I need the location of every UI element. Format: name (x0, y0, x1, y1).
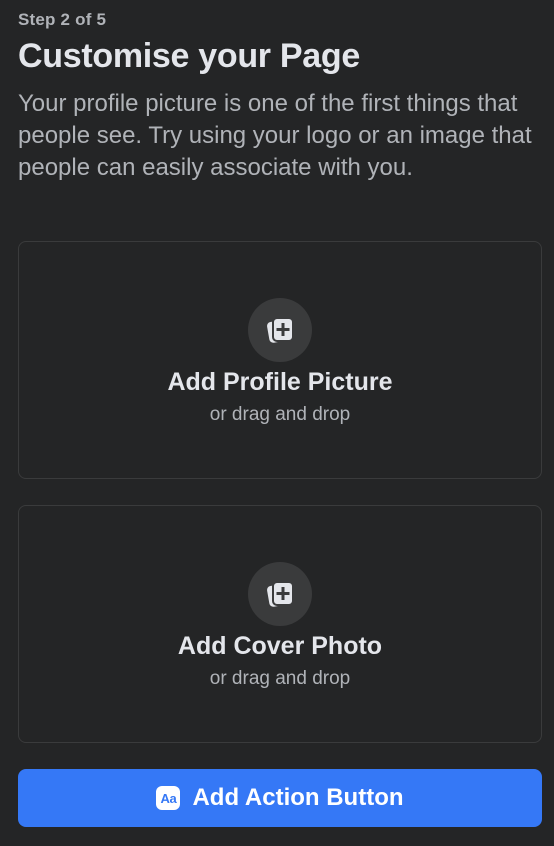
text-aa-icon: Aa (156, 786, 181, 810)
profile-picture-dropzone[interactable]: Add Profile Picture or drag and drop (18, 241, 542, 479)
drag-drop-hint: or drag and drop (209, 404, 351, 425)
add-photo-icon-glyph (267, 317, 294, 343)
page-title: Customise your Page (18, 37, 360, 75)
add-action-button-label: Add Action Button (192, 784, 404, 811)
customise-page-step: Step 2 of 5 Customise your Page Your pro… (0, 0, 554, 846)
cover-photo-dropzone[interactable]: Add Cover Photo or drag and drop (18, 505, 542, 743)
add-cover-photo-label: Add Cover Photo (177, 632, 383, 660)
drag-drop-hint: or drag and drop (209, 668, 351, 689)
page-description: Your profile picture is one of the first… (18, 90, 532, 181)
add-photo-icon[interactable] (248, 298, 312, 362)
add-photo-icon[interactable] (248, 562, 312, 626)
add-photo-icon-glyph (267, 581, 294, 607)
add-action-button[interactable]: Aa Add Action Button (18, 769, 542, 827)
add-profile-picture-label: Add Profile Picture (167, 368, 393, 396)
step-indicator: Step 2 of 5 (18, 10, 107, 29)
